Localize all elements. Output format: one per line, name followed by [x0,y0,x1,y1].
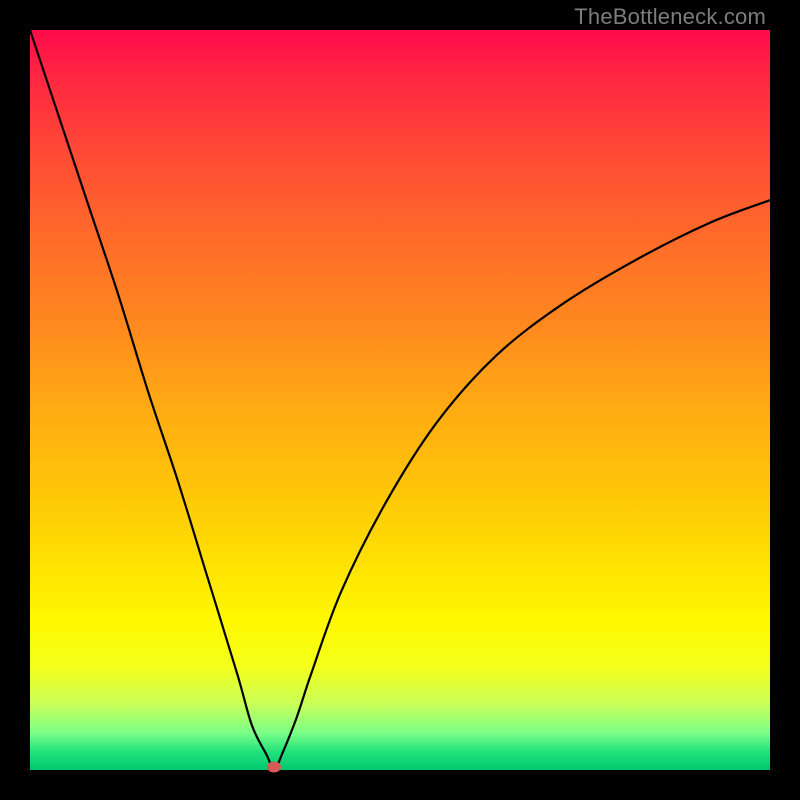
plot-area [30,30,770,770]
minimum-marker-dot [267,762,281,773]
watermark-text: TheBottleneck.com [574,4,766,30]
chart-frame: TheBottleneck.com [0,0,800,800]
bottleneck-curve [30,30,770,770]
